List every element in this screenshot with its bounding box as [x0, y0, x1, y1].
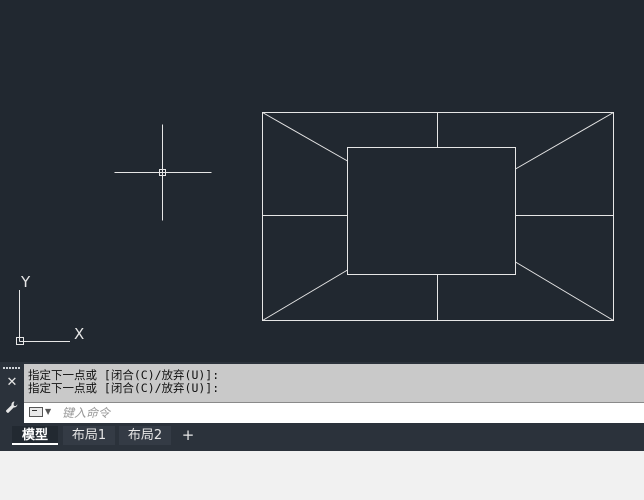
- chevron-down-icon[interactable]: ▼: [45, 407, 51, 416]
- diagonal-bottom-left: [262, 269, 348, 321]
- tab-layout1[interactable]: 布局1: [63, 426, 115, 445]
- diagonal-top-right: [515, 112, 614, 170]
- command-input[interactable]: [62, 404, 622, 421]
- tab-model[interactable]: 模型: [12, 426, 58, 445]
- diagonal-top-left: [262, 112, 348, 162]
- drawing-area[interactable]: Y X: [0, 0, 644, 362]
- wrench-icon[interactable]: [2, 400, 22, 416]
- command-input-row[interactable]: ▼: [24, 402, 644, 423]
- command-history: 指定下一点或 [闭合(C)/放弃(U)]: 指定下一点或 [闭合(C)/放弃(U…: [24, 364, 644, 402]
- drawn-geometry[interactable]: [262, 112, 614, 321]
- drawing-canvas[interactable]: Y X: [0, 0, 644, 362]
- diagonal-bottom-right: [515, 261, 614, 321]
- ucs-icon: [16, 290, 70, 345]
- close-icon[interactable]: ✕: [2, 375, 22, 391]
- ucs-y-label: Y: [20, 273, 31, 291]
- plus-icon[interactable]: +: [178, 426, 198, 445]
- grip-handle-icon[interactable]: [3, 367, 21, 371]
- command-line-panel: ✕ 指定下一点或 [闭合(C)/放弃(U)]: 指定下一点或 [闭合(C)/放弃…: [0, 362, 644, 423]
- layout-tab-bar: 模型 布局1 布局2 +: [0, 423, 644, 451]
- ucs-x-label: X: [74, 325, 84, 343]
- crosshair-cursor: [114, 124, 212, 221]
- history-line: 指定下一点或 [闭合(C)/放弃(U)]:: [28, 381, 220, 395]
- tab-layout2[interactable]: 布局2: [119, 426, 171, 445]
- command-prompt-icon[interactable]: [29, 407, 43, 417]
- inner-rectangle: [347, 147, 516, 275]
- command-line-grip[interactable]: ✕: [0, 362, 24, 423]
